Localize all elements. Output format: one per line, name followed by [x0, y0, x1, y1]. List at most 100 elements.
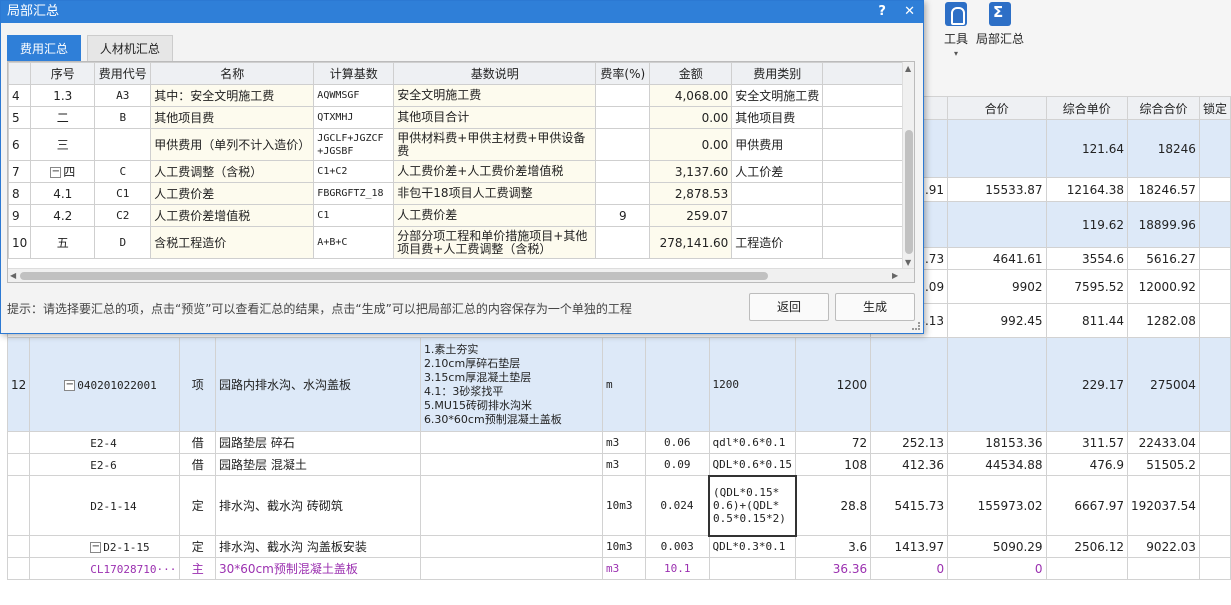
item-desc-cell[interactable]	[419, 557, 603, 580]
fee-row[interactable]: 9 4.2 C2 人工费价差增值税 C1 人工费价差 9 259.07	[8, 204, 910, 227]
table-row[interactable]: E2-4 借园路垫层 碎石 m3 0.06 qdl*0.6*0.1 72 252.13 181…	[6, 431, 1231, 454]
tab-labor-material-summary[interactable]: 人材机汇总	[86, 35, 173, 61]
lock-cell[interactable]	[1198, 535, 1231, 558]
col-composite-total[interactable]: 综合合价	[1127, 96, 1200, 120]
item-code-cell[interactable]: −040201022001	[29, 337, 181, 432]
name-cell[interactable]: 其他项目费	[150, 106, 315, 129]
col-amount[interactable]: 金额	[649, 62, 733, 85]
fee-row[interactable]: 5 二 B 其他项目费 QTXMHJ 其他项目合计 0.00 其他项目费	[8, 106, 910, 129]
partial-summary-button[interactable]: 局部汇总	[968, 2, 1032, 47]
vertical-scroll-thumb[interactable]	[905, 130, 913, 254]
qty-expression-cell[interactable]: QDL*0.6*0.15	[708, 453, 797, 476]
qty-expression-cell[interactable]: (QDL*0.15*0.6)+(QDL*0.5*0.15*2)	[708, 474, 797, 537]
lock-cell[interactable]	[1198, 337, 1231, 432]
lock-cell[interactable]	[1198, 557, 1231, 580]
rate-cell[interactable]	[595, 128, 651, 161]
fee-row[interactable]: 10 五 D 含税工程造价 A+B+C 分部分项工程和单价措施项目+其他项目费+人工费调整…	[8, 226, 910, 259]
qty-cell[interactable]: 0.09	[644, 453, 710, 476]
name-cell[interactable]: 含税工程造价	[150, 226, 315, 259]
table-row[interactable]: CL17028710··· 主 30*60cm预制混凝土盖板 m3 10.1 36.36 0…	[6, 557, 1231, 580]
rate-cell[interactable]	[595, 226, 651, 259]
back-button[interactable]: 返回	[749, 293, 829, 321]
table-row[interactable]: 12−040201022001 项园路内排水沟、水沟盖板 1.素土夯实 2.10cm厚…	[6, 337, 1231, 432]
col-name[interactable]: 名称	[150, 62, 315, 85]
lock-cell[interactable]	[1198, 269, 1231, 304]
col-fee-code[interactable]: 费用代号	[94, 62, 152, 85]
scroll-left-icon[interactable]: ◀	[10, 271, 16, 280]
item-desc-cell[interactable]	[419, 535, 603, 558]
fee-category-cell[interactable]: 其他项目费	[731, 106, 824, 129]
fee-category-cell[interactable]	[731, 204, 824, 227]
calc-base-cell[interactable]: JGCLF+JGZCF +JGSBF	[313, 128, 395, 161]
rate-cell[interactable]: 9	[595, 204, 651, 227]
qty-cell[interactable]: 0.003	[644, 535, 710, 558]
item-desc-cell[interactable]	[419, 431, 603, 454]
col-fee-category[interactable]: 费用类别	[731, 62, 824, 85]
item-desc-cell[interactable]: 1.素土夯实 2.10cm厚碎石垫层 3.15cm厚混凝土垫层 4.1：3砂浆找平 5.…	[419, 337, 603, 432]
table-row[interactable]: E2-6 借园路垫层 混凝土 m3 0.09 QDL*0.6*0.15 108 412.36…	[6, 453, 1231, 476]
item-name-cell[interactable]: 排水沟、截水沟 沟盖板安装	[215, 535, 421, 558]
calc-base-cell[interactable]: QTXMHJ	[313, 106, 395, 129]
scroll-right-icon[interactable]: ▶	[892, 271, 898, 280]
item-name-cell[interactable]: 排水沟、截水沟 砖砌筑	[215, 475, 421, 536]
item-name-cell[interactable]: 园路垫层 碎石	[215, 431, 421, 454]
rate-cell[interactable]	[595, 182, 651, 205]
qty-expression-cell[interactable]: qdl*0.6*0.1	[708, 431, 797, 454]
table-row[interactable]: − D2-1-15 定排水沟、截水沟 沟盖板安装 10m3 0.003 QDL*0.3*0…	[6, 535, 1231, 558]
qty-expression-cell[interactable]	[708, 557, 797, 580]
col-calc-base[interactable]: 计算基数	[313, 62, 395, 85]
lock-cell[interactable]	[1198, 119, 1231, 178]
table-row[interactable]: D2-1-14 定排水沟、截水沟 砖砌筑 10m3 0.024 (QDL*0.15*0.…	[6, 474, 1231, 537]
close-icon[interactable]: ✕	[904, 4, 915, 19]
item-name-cell[interactable]: 园路内排水沟、水沟盖板	[215, 337, 421, 432]
qty-cell[interactable]: 0.024	[644, 475, 710, 536]
collapse-icon[interactable]: −	[50, 167, 62, 178]
resize-grip-icon[interactable]	[912, 322, 920, 330]
calc-base-cell[interactable]: C1+C2	[313, 160, 395, 183]
item-code-cell[interactable]: E2-6	[29, 453, 181, 476]
horizontal-scrollbar[interactable]: ◀ ▶	[8, 268, 914, 282]
collapse-icon[interactable]: −	[90, 541, 102, 553]
name-cell[interactable]: 其中：安全文明施工费	[150, 84, 315, 107]
dialog-title-bar[interactable]: 局部汇总 ? ✕	[1, 1, 923, 23]
rate-cell[interactable]	[595, 160, 651, 183]
calc-base-cell[interactable]: A+B+C	[313, 226, 395, 259]
rate-cell[interactable]	[595, 106, 651, 129]
col-seq[interactable]: 序号	[30, 62, 96, 85]
item-desc-cell[interactable]	[419, 453, 603, 476]
lock-cell[interactable]	[1198, 201, 1231, 248]
qty-cell[interactable]	[644, 337, 710, 432]
fee-row[interactable]: 7− 四 C 人工费调整（含税） C1+C2 人工费价差+人工费价差增值税 3,137.60…	[8, 160, 910, 183]
lock-cell[interactable]	[1198, 303, 1231, 338]
qty-cell[interactable]: 10.1	[644, 557, 710, 580]
qty-cell[interactable]: 0.06	[644, 431, 710, 454]
fee-category-cell[interactable]: 工程造价	[731, 226, 824, 259]
fee-row[interactable]: 4 1.3 A3 其中：安全文明施工费 AQWMSGF 安全文明施工费 4,068.00 安全…	[8, 84, 910, 107]
col-base-desc[interactable]: 基数说明	[393, 62, 597, 85]
scroll-down-icon[interactable]: ▼	[905, 258, 911, 267]
calc-base-cell[interactable]: AQWMSGF	[313, 84, 395, 107]
name-cell[interactable]: 人工费调整（含税）	[150, 160, 315, 183]
tool-dropdown-arrow[interactable]: ▾	[928, 49, 984, 58]
item-name-cell[interactable]: 30*60cm预制混凝土盖板	[215, 557, 421, 580]
col-lock[interactable]: 锁定	[1198, 96, 1231, 120]
item-desc-cell[interactable]	[419, 475, 603, 536]
generate-button[interactable]: 生成	[835, 293, 915, 321]
lock-cell[interactable]	[1198, 177, 1231, 202]
lock-cell[interactable]	[1198, 431, 1231, 454]
qty-expression-cell[interactable]: QDL*0.3*0.1	[708, 535, 797, 558]
item-code-cell[interactable]: − D2-1-15	[29, 535, 181, 558]
collapse-icon[interactable]: −	[64, 379, 76, 391]
calc-base-cell[interactable]: FBGRGFTZ_18	[313, 182, 395, 205]
tab-fee-summary[interactable]: 费用汇总	[7, 35, 82, 61]
fee-category-cell[interactable]: 甲供费用	[731, 128, 824, 161]
fee-row[interactable]: 6 三 甲供费用（单列不计入造价） JGCLF+JGZCF +JGSBF 甲供材料费+甲…	[8, 128, 910, 161]
item-code-cell[interactable]: CL17028710···	[29, 557, 181, 580]
name-cell[interactable]: 甲供费用（单列不计入造价）	[150, 128, 315, 161]
calc-base-cell[interactable]: C1	[313, 204, 395, 227]
name-cell[interactable]: 人工费价差	[150, 182, 315, 205]
fee-category-cell[interactable]	[731, 182, 824, 205]
horizontal-scroll-thumb[interactable]	[20, 272, 768, 280]
qty-expression-cell[interactable]: 1200	[708, 337, 797, 432]
item-code-cell[interactable]: D2-1-14	[29, 475, 181, 536]
